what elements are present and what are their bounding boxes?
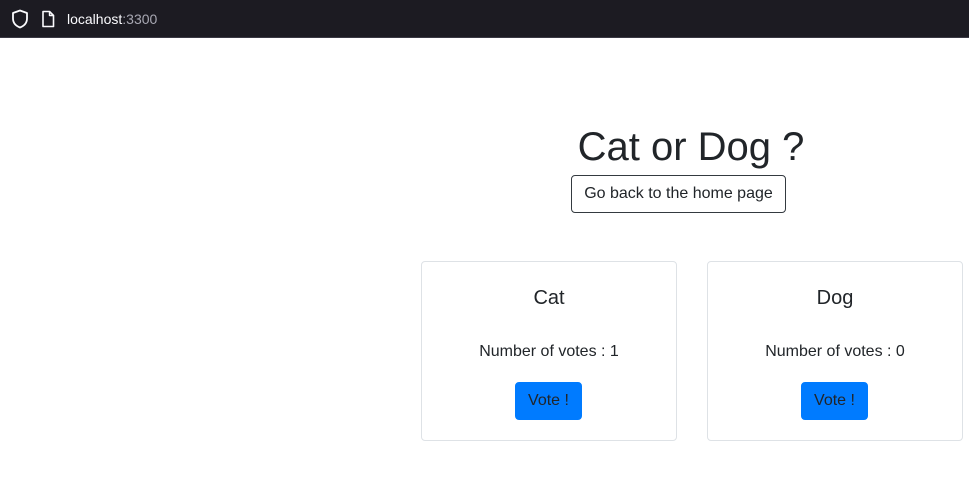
page-icon bbox=[40, 10, 56, 28]
dog-card: Dog Number of votes : 0 Vote ! bbox=[707, 261, 963, 441]
browser-toolbar: localhost:3300 bbox=[0, 0, 969, 38]
vote-count: Number of votes : 1 bbox=[479, 343, 619, 360]
url-port: :3300 bbox=[122, 11, 158, 27]
card-title: Cat bbox=[533, 287, 565, 309]
vote-cat-button[interactable]: Vote ! bbox=[515, 382, 582, 420]
vote-count: Number of votes : 0 bbox=[765, 343, 905, 360]
page-title: Cat or Dog ? bbox=[577, 125, 805, 169]
vote-dog-button[interactable]: Vote ! bbox=[801, 382, 868, 420]
address-bar[interactable]: localhost:3300 bbox=[67, 11, 157, 27]
shield-icon[interactable] bbox=[11, 9, 29, 29]
home-page-button[interactable]: Go back to the home page bbox=[571, 175, 786, 213]
cat-card: Cat Number of votes : 1 Vote ! bbox=[421, 261, 677, 441]
url-host: localhost bbox=[67, 11, 123, 27]
card-title: Dog bbox=[816, 287, 854, 309]
